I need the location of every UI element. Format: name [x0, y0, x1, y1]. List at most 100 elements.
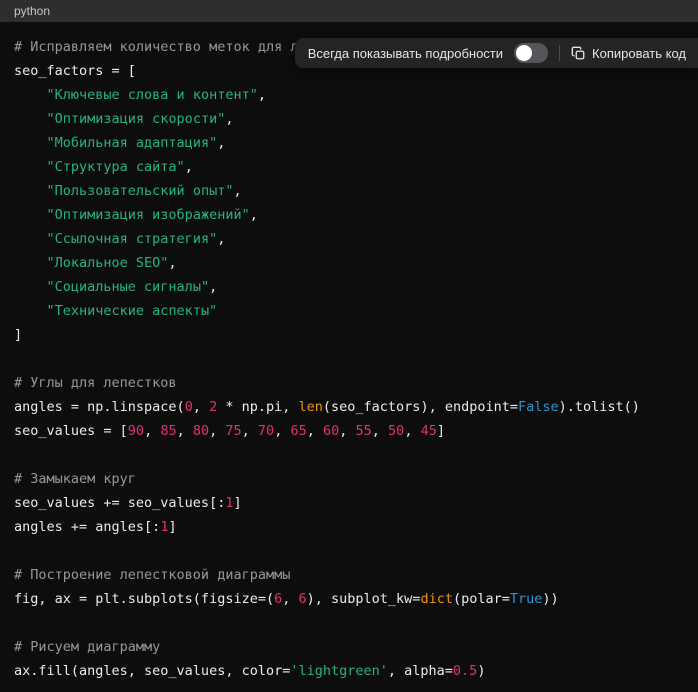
code-line: seo_values = [90, 85, 80, 75, 70, 65, 60…: [14, 419, 684, 443]
code-token: [14, 207, 47, 223]
code-line: "Социальные сигналы",: [14, 275, 684, 299]
code-line: # Замыкаем круг: [14, 467, 684, 491]
code-line: ax.fill(angles, seo_values, color='light…: [14, 659, 684, 683]
code-token: 'lightgreen': [290, 663, 388, 679]
code-token: ): [477, 663, 485, 679]
code-token: [14, 279, 47, 295]
code-token: ,: [144, 423, 160, 439]
code-line: "Локальное SEO",: [14, 251, 684, 275]
copy-code-label: Копировать код: [592, 46, 686, 61]
code-token: 6: [274, 591, 282, 607]
code-line: seo_values += seo_values[:1]: [14, 491, 684, 515]
code-token: ,: [193, 399, 209, 415]
code-line: ]: [14, 323, 684, 347]
code-line: "Оптимизация изображений",: [14, 203, 684, 227]
code-token: seo_values += seo_values[:: [14, 495, 225, 511]
code-token: seo_factors = [: [14, 63, 136, 79]
code-line: "Структура сайта",: [14, 155, 684, 179]
code-token: # Рисуем диаграмму: [14, 639, 160, 655]
code-line: "Технические аспекты": [14, 299, 684, 323]
code-token: "Оптимизация скорости": [47, 111, 226, 127]
code-token: ,: [250, 207, 258, 223]
code-token: , alpha=: [388, 663, 453, 679]
code-token: ,: [372, 423, 388, 439]
code-token: angles += angles[:: [14, 519, 160, 535]
code-token: "Локальное SEO": [47, 255, 169, 271]
code-token: 85: [160, 423, 176, 439]
code-token: ,: [339, 423, 355, 439]
code-token: True: [510, 591, 543, 607]
code-line: "Пользовательский опыт",: [14, 179, 684, 203]
code-token: False: [518, 399, 559, 415]
code-token: ,: [404, 423, 420, 439]
code-token: 75: [225, 423, 241, 439]
code-line: "Мобильная адаптация",: [14, 131, 684, 155]
code-line: [14, 611, 684, 635]
code-toolbar: Всегда показывать подробности Копировать…: [295, 38, 698, 68]
code-token: dict: [420, 591, 453, 607]
code-token: ,: [217, 231, 225, 247]
code-token: 80: [193, 423, 209, 439]
copy-code-button[interactable]: Копировать код: [571, 46, 686, 61]
always-show-details-label: Всегда показывать подробности: [308, 46, 503, 61]
code-token: [14, 135, 47, 151]
code-token: "Ключевые слова и контент": [47, 87, 258, 103]
code-token: * np.pi,: [217, 399, 298, 415]
code-line: [14, 443, 684, 467]
code-token: 90: [128, 423, 144, 439]
code-token: ,: [217, 135, 225, 151]
code-token: # Построение лепестковой диаграммы: [14, 567, 290, 583]
code-token: 70: [258, 423, 274, 439]
code-token: ,: [209, 423, 225, 439]
code-token: ,: [168, 255, 176, 271]
code-token: "Социальные сигналы": [47, 279, 210, 295]
code-token: ]: [14, 327, 22, 343]
code-token: (seo_factors), endpoint=: [323, 399, 518, 415]
code-token: # Углы для лепестков: [14, 375, 177, 391]
code-token: ,: [258, 87, 266, 103]
code-token: 6: [299, 591, 307, 607]
code-token: ,: [185, 159, 193, 175]
toolbar-divider: [559, 45, 560, 61]
code-token: ]: [168, 519, 176, 535]
code-token: seo_values = [: [14, 423, 128, 439]
code-token: [14, 111, 47, 127]
code-line: "Ссылочная стратегия",: [14, 227, 684, 251]
code-token: [14, 231, 47, 247]
code-token: (polar=: [453, 591, 510, 607]
code-token: ), subplot_kw=: [307, 591, 421, 607]
code-line: # Построение лепестковой диаграммы: [14, 563, 684, 587]
code-token: "Структура сайта": [47, 159, 185, 175]
code-token: ,: [242, 423, 258, 439]
code-token: ,: [307, 423, 323, 439]
toggle-knob: [516, 45, 532, 61]
code-line: "Ключевые слова и контент",: [14, 83, 684, 107]
code-token: 0: [185, 399, 193, 415]
code-token: [14, 183, 47, 199]
code-token: ,: [233, 183, 241, 199]
code-token: ,: [209, 279, 217, 295]
code-token: "Технические аспекты": [47, 303, 218, 319]
code-token: 45: [421, 423, 437, 439]
code-token: "Мобильная адаптация": [47, 135, 218, 151]
code-token: )): [542, 591, 558, 607]
code-token: ,: [274, 423, 290, 439]
code-token: [14, 303, 47, 319]
code-token: ,: [225, 111, 233, 127]
code-token: "Оптимизация изображений": [47, 207, 250, 223]
code-token: [14, 255, 47, 271]
copy-icon: [571, 46, 586, 61]
code-token: 50: [388, 423, 404, 439]
code-token: 60: [323, 423, 339, 439]
code-token: len: [299, 399, 323, 415]
code-token: 0.5: [453, 663, 477, 679]
code-token: ]: [233, 495, 241, 511]
always-show-details-toggle[interactable]: [514, 43, 548, 63]
code-line: # Рисуем диаграмму: [14, 635, 684, 659]
code-block: python # Исправляем количество меток для…: [0, 0, 698, 692]
code-token: angles = np.linspace(: [14, 399, 185, 415]
code-token: ]: [437, 423, 445, 439]
code-line: # Углы для лепестков: [14, 371, 684, 395]
code-token: fig, ax = plt.subplots(figsize=(: [14, 591, 274, 607]
code-token: ,: [177, 423, 193, 439]
